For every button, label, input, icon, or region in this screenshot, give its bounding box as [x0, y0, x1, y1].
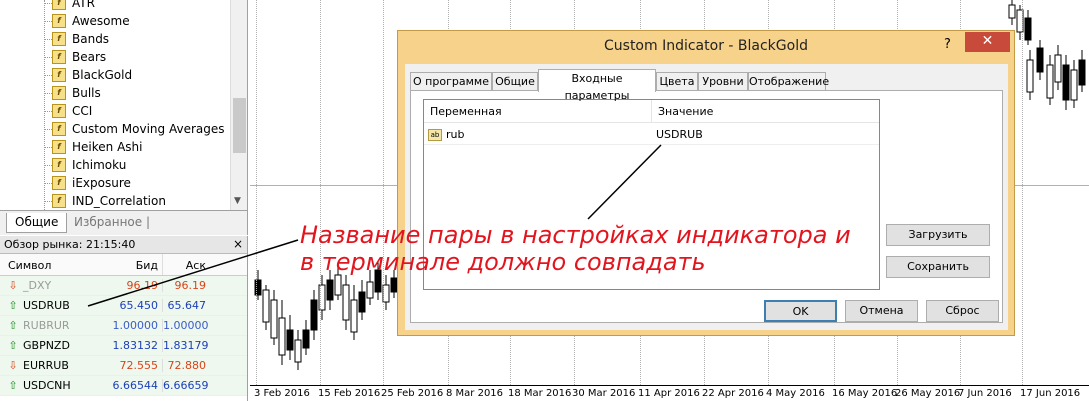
arrow-to-usdrub: [87, 239, 299, 307]
tab-inputs[interactable]: Входные параметры: [538, 69, 656, 102]
annotation-text: Название пары в настройках индикатора и …: [300, 221, 851, 276]
annotation-arrows: [87, 144, 662, 307]
arrow-to-param-value: [587, 144, 662, 220]
